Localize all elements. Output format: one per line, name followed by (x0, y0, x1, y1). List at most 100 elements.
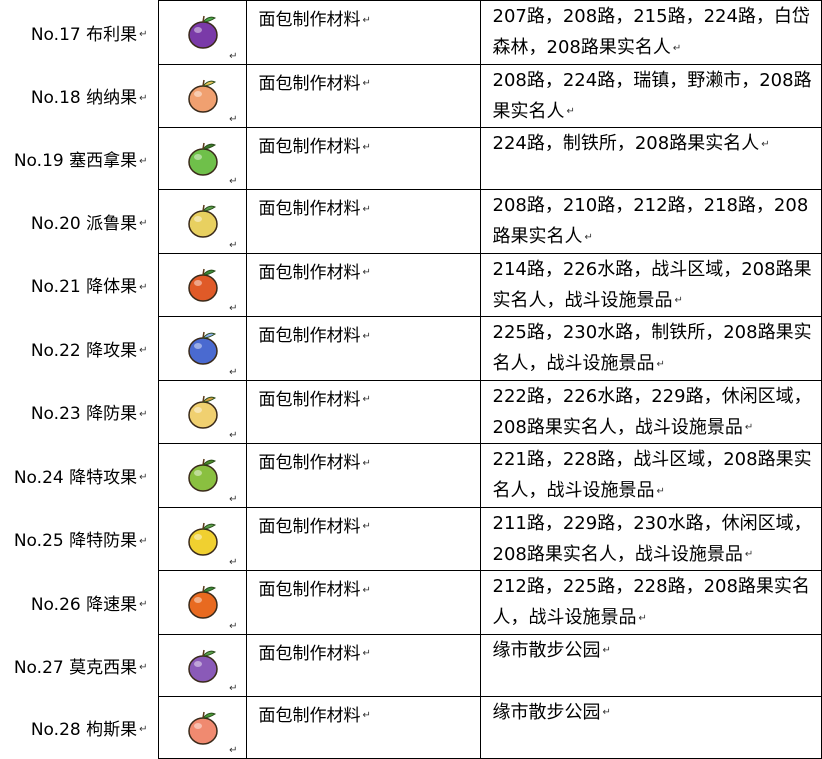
grape-leaf-berry-icon (187, 649, 218, 683)
berry-use: 面包制作材料 (258, 705, 361, 726)
berry-use-cell: 面包制作材料 ↵ (245, 0, 480, 65)
berry-image-cell: ↵ (157, 633, 246, 697)
berry-location: 207路，208路，215路，224路，白岱森林，208路果实名人 (492, 6, 810, 58)
berry-name-cell: No.25 降特防果 ↵ (0, 507, 158, 571)
berry-name-cell: No.27 莫克西果 ↵ (0, 634, 158, 696)
berry-location: 208路，224路，瑞镇，野濑市，208路果实名人 (492, 69, 812, 122)
berry-use: 面包制作材料 (258, 199, 361, 219)
return-mark-icon: ↵ (761, 138, 770, 150)
berry-name-cell: No.28 枸斯果 ↵ (0, 696, 158, 758)
berry-use: 面包制作材料 (258, 453, 361, 473)
berry-table: No.17 布利果 ↵ ↵ 面包制作材料 ↵ 207路，208路，215路，224路，白岱… (0, 0, 822, 759)
berry-location-cell: 缘市散步公园 ↵ (479, 633, 822, 697)
berry-image-cell: ↵ (157, 189, 246, 254)
return-mark-icon: ↵ (229, 50, 238, 62)
berry-location: 222路，226水路，229路，休闲区域，208路果实名人，战斗设施景品 (492, 385, 812, 438)
return-mark-icon: ↵ (229, 114, 238, 125)
skewer-berry-icon (187, 331, 218, 365)
return-mark-icon: ↵ (362, 141, 371, 153)
return-mark-icon: ↵ (139, 29, 148, 41)
berry-row: No.24 降特攻果 ↵ ↵ 面包制作材料 ↵ 221路，228路，战斗区域，208路果实… (0, 443, 822, 508)
return-mark-icon: ↵ (139, 724, 148, 735)
berry-image-cell: ↵ (157, 695, 246, 759)
return-mark-icon: ↵ (229, 682, 238, 694)
berry-row: No.23 降防果 ↵ ↵ 面包制作材料 ↵ 222路，226水路，229路，休闲区域，2… (0, 379, 822, 444)
return-mark-icon: ↵ (584, 231, 593, 243)
berry-use: 面包制作材料 (258, 137, 361, 157)
berry-location: 224路，制铁所，208路果实名人 (492, 133, 760, 154)
return-mark-icon: ↵ (139, 408, 148, 420)
berry-use-cell: 面包制作材料 ↵ (245, 189, 480, 254)
spiky-berry-icon (187, 585, 218, 619)
return-mark-icon: ↵ (362, 584, 371, 596)
return-mark-icon: ↵ (602, 707, 611, 718)
berry-location-cell: 211路，229路，230水路，休闲区域，208路果实名人，战斗设施景品 ↵ (479, 506, 822, 571)
berry-row: No.20 派鲁果 ↵ ↵ 面包制作材料 ↵ 208路，210路，212路，218路，20… (0, 189, 822, 254)
berry-row: No.28 枸斯果 ↵ ↵ 面包制作材料 ↵ 缘市散步公园 ↵ (0, 695, 822, 759)
berry-location-cell: 212路，225路，228路，208路果实名人，战斗设施景品 ↵ (479, 570, 822, 635)
berry-image-cell: ↵ (157, 506, 246, 571)
return-mark-icon: ↵ (229, 239, 238, 251)
berry-name-cell: No.20 派鲁果 ↵ (0, 190, 158, 254)
berry-image-cell: ↵ (157, 316, 246, 381)
berry-use-cell: 面包制作材料 ↵ (245, 379, 480, 444)
berry-use: 面包制作材料 (258, 389, 361, 410)
berry-row: No.19 塞西拿果 ↵ ↵ 面包制作材料 ↵ 224路，制铁所，208路果实名人 ↵ (0, 127, 822, 190)
return-mark-icon: ↵ (362, 14, 371, 26)
return-mark-icon: ↵ (229, 620, 238, 632)
return-mark-icon: ↵ (139, 92, 148, 104)
berry-row: No.18 纳纳果 ↵ ↵ 面包制作材料 ↵ 208路，224路，瑞镇，野濑市，208路果… (0, 63, 822, 128)
berry-image-cell: ↵ (157, 0, 246, 65)
return-mark-icon: ↵ (229, 303, 238, 314)
peach-berry-icon (187, 711, 218, 745)
berry-name: No.27 莫克西果 (13, 657, 138, 678)
berry-location-cell: 222路，226水路，229路，休闲区域，208路果实名人，战斗设施景品 ↵ (479, 379, 822, 444)
lemon-berry-icon (187, 522, 218, 556)
berry-name: No.23 降防果 (30, 404, 138, 425)
berry-name: No.24 降特攻果 (13, 467, 138, 488)
return-mark-icon: ↵ (362, 394, 371, 405)
return-mark-icon: ↵ (139, 472, 148, 484)
berry-location: 214路，226水路，战斗区域，208路果实名人，战斗设施景品 (492, 258, 812, 311)
berry-name: No.20 派鲁果 (30, 213, 138, 234)
return-mark-icon: ↵ (139, 345, 148, 357)
berry-name: No.26 降速果 (30, 594, 138, 615)
berry-use-cell: 面包制作材料 ↵ (245, 443, 480, 508)
berry-location-cell: 221路，228路，战斗区域，208路果实名人，战斗设施景品 ↵ (479, 443, 822, 508)
berry-row: No.21 降体果 ↵ ↵ 面包制作材料 ↵ 214路，226水路，战斗区域，208路果实… (0, 252, 822, 317)
berry-use-cell: 面包制作材料 ↵ (245, 127, 480, 190)
return-mark-icon: ↵ (672, 42, 682, 54)
return-mark-icon: ↵ (744, 422, 754, 433)
berry-location-cell: 208路，224路，瑞镇，野濑市，208路果实名人 ↵ (479, 63, 822, 128)
berry-name-cell: No.21 降体果 ↵ (0, 253, 158, 317)
berry-row: No.17 布利果 ↵ ↵ 面包制作材料 ↵ 207路，208路，215路，224路，白岱… (0, 0, 822, 65)
berry-name-cell: No.17 布利果 ↵ (0, 1, 158, 65)
berry-name-cell: No.23 降防果 ↵ (0, 380, 158, 444)
return-mark-icon: ↵ (229, 744, 238, 756)
orange-berry-icon (187, 268, 218, 302)
berry-location: 212路，225路，228路，208路果实名人，战斗设施景品 (492, 576, 810, 628)
berry-name-cell: No.18 纳纳果 ↵ (0, 64, 158, 128)
berry-name-cell: No.22 降攻果 ↵ (0, 317, 158, 381)
pear-berry-icon (187, 142, 218, 176)
berry-use: 面包制作材料 (258, 326, 361, 346)
berry-row: No.22 降攻果 ↵ ↵ 面包制作材料 ↵ 225路，230水路，制铁所，208路果实名… (0, 316, 822, 381)
berry-use-cell: 面包制作材料 ↵ (245, 570, 480, 635)
berry-location-cell: 214路，226水路，战斗区域，208路果实名人，战斗设施景品 ↵ (479, 252, 822, 317)
berry-use: 面包制作材料 (258, 10, 361, 30)
berry-row: No.26 降速果 ↵ ↵ 面包制作材料 ↵ 212路，225路，228路，208路果实名… (0, 570, 822, 635)
berry-image-cell: ↵ (157, 570, 246, 635)
berry-table-body: No.17 布利果 ↵ ↵ 面包制作材料 ↵ 207路，208路，215路，224路，白岱… (0, 0, 822, 759)
return-mark-icon: ↵ (656, 485, 665, 497)
berry-use-cell: 面包制作材料 ↵ (245, 63, 480, 128)
berry-use-cell: 面包制作材料 ↵ (245, 252, 480, 317)
return-mark-icon: ↵ (229, 366, 238, 378)
berry-name: No.21 降体果 (30, 277, 138, 298)
berry-name: No.17 布利果 (30, 24, 138, 45)
berry-location: 缘市散步公园 (492, 639, 601, 661)
return-mark-icon: ↵ (139, 281, 148, 293)
berry-name-cell: No.19 塞西拿果 ↵ (0, 128, 158, 190)
berry-image-cell: ↵ (157, 63, 246, 128)
banana-berry-icon (187, 79, 218, 113)
berry-use: 面包制作材料 (258, 516, 361, 537)
